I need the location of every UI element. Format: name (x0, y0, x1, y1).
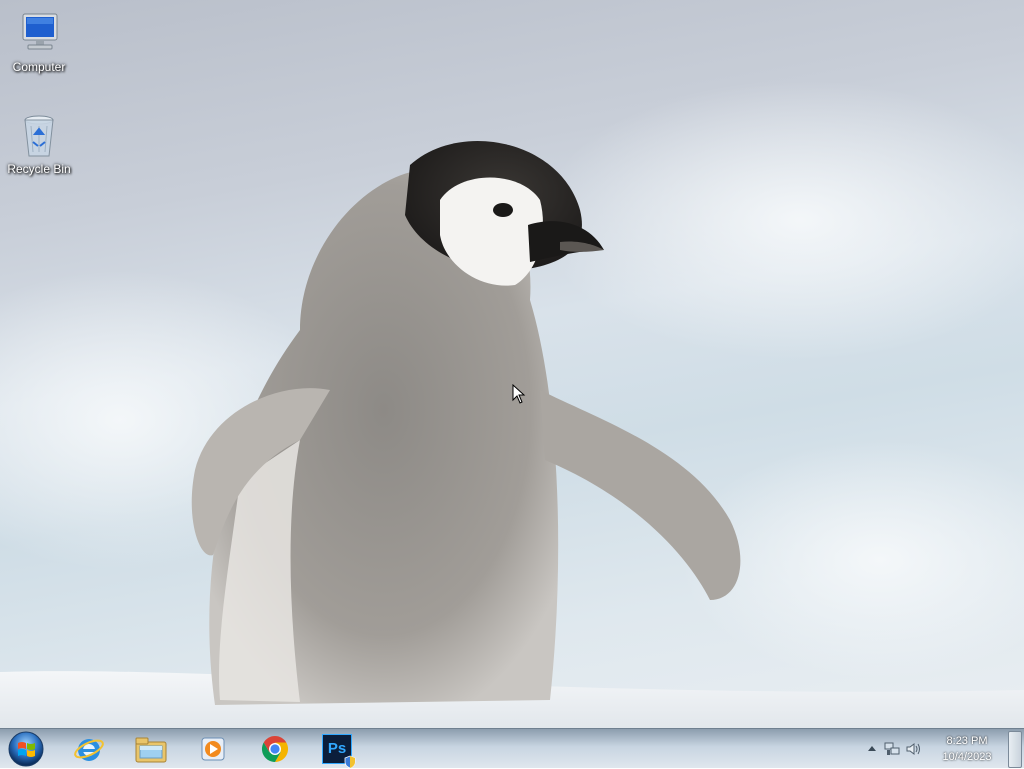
mouse-cursor-icon (512, 384, 526, 404)
desktop[interactable]: Computer Recycle Bin (0, 0, 1024, 728)
desktop-icon-label: Computer (12, 60, 66, 74)
taskbar-media-player[interactable] (188, 731, 238, 767)
desktop-icon-label: Recycle Bin (7, 162, 71, 176)
desktop-icon-computer[interactable]: Computer (1, 10, 77, 74)
clock[interactable]: 8:23 PM 10/4/2023 (932, 733, 1002, 765)
clock-time: 8:23 PM (946, 735, 988, 747)
penguin-wallpaper (0, 80, 1024, 728)
network-icon[interactable] (883, 741, 901, 757)
system-tray: 8:23 PM 10/4/2023 (859, 729, 1024, 769)
computer-icon (15, 10, 63, 58)
taskbar-chrome[interactable] (250, 731, 300, 767)
taskbar-photoshop[interactable]: Ps (312, 731, 362, 769)
taskbar-file-explorer[interactable] (126, 731, 176, 767)
file-explorer-icon (135, 737, 167, 763)
taskbar-internet-explorer[interactable] (64, 731, 114, 767)
chrome-icon (261, 735, 289, 763)
windows-start-orb-icon (8, 731, 44, 767)
desktop-icon-recycle-bin[interactable]: Recycle Bin (1, 112, 77, 176)
start-button[interactable] (2, 730, 50, 768)
photoshop-icon: Ps (322, 734, 356, 769)
volume-icon[interactable] (905, 741, 923, 757)
show-desktop-button[interactable] (1008, 731, 1022, 768)
recycle-bin-icon (15, 112, 63, 160)
taskbar: Ps 8:23 PM 10/4/2023 (0, 728, 1024, 769)
media-player-icon (201, 737, 225, 761)
clock-date: 10/4/2023 (942, 751, 992, 763)
show-hidden-icons-arrow-icon[interactable] (863, 741, 881, 757)
uac-shield-icon (344, 755, 356, 769)
internet-explorer-icon (74, 739, 104, 761)
